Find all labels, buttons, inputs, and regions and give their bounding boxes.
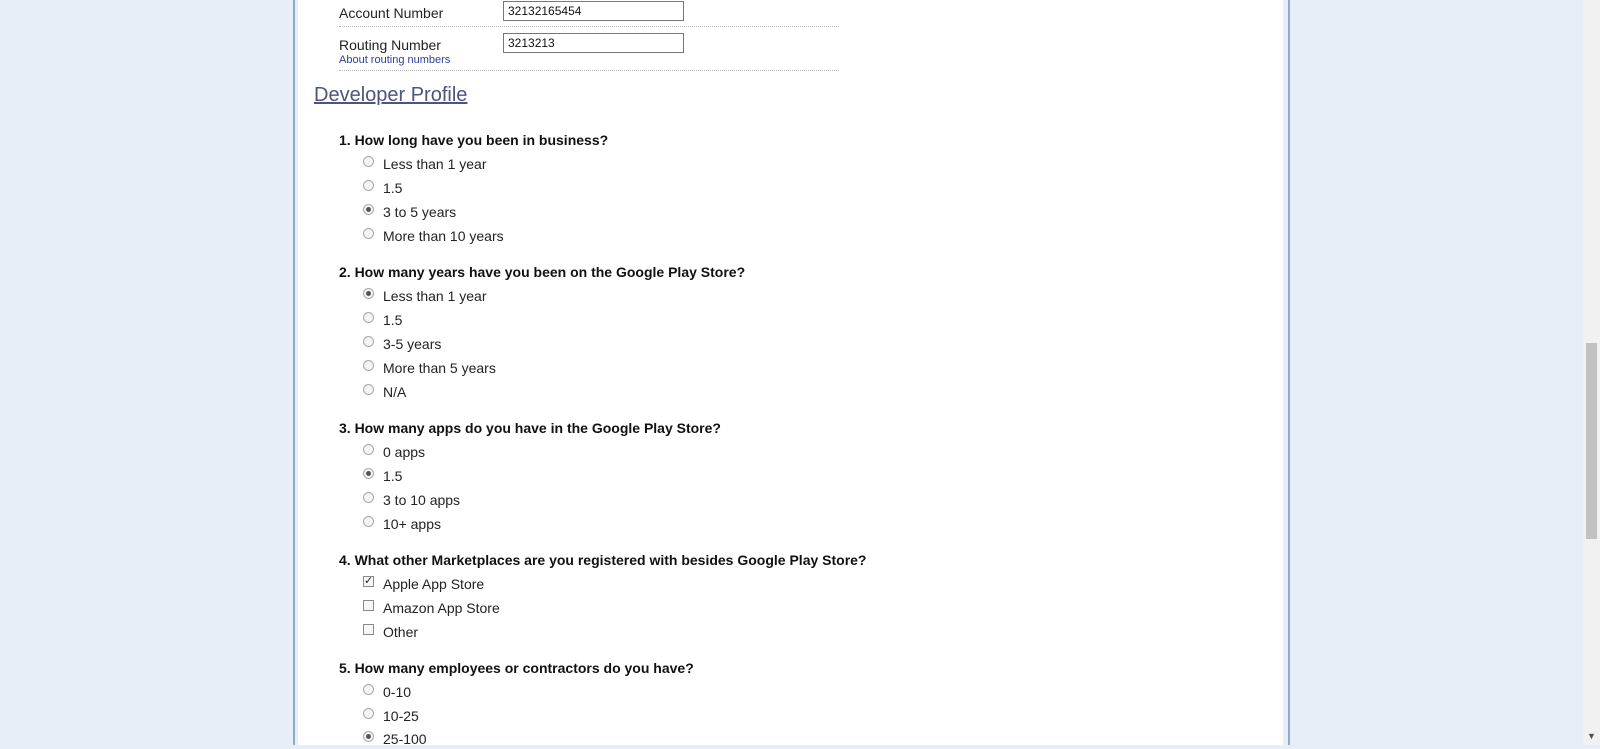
option-label: Amazon App Store: [383, 600, 500, 616]
radio-button[interactable]: [363, 203, 374, 215]
radio-button[interactable]: [363, 311, 374, 323]
option-label: N/A: [383, 384, 407, 400]
question-app-count: 3. How many apps do you have in the Goog…: [339, 420, 721, 436]
about-routing-numbers-link[interactable]: About routing numbers: [339, 54, 450, 66]
option-label: 3-5 years: [383, 336, 442, 352]
section-title: Developer Profile: [314, 84, 468, 106]
radio-button[interactable]: [363, 359, 374, 371]
option-item[interactable]: Other: [363, 622, 418, 642]
routing-number-input[interactable]: [503, 33, 684, 53]
question-play-store-years: 2. How many years have you been on the G…: [339, 264, 746, 280]
radio-button[interactable]: [363, 467, 374, 479]
option-label: 1.5: [383, 312, 403, 328]
account-number-label: Account Number: [339, 5, 444, 21]
scrollbar-thumb[interactable]: [1586, 343, 1597, 539]
checkbox[interactable]: [363, 599, 374, 611]
radio-button[interactable]: [363, 443, 374, 455]
question-business-duration: 1. How long have you been in business?: [339, 132, 609, 148]
radio-button[interactable]: [363, 683, 374, 695]
routing-number-row: Routing Number About routing numbers: [339, 27, 839, 71]
option-item[interactable]: 0 apps: [363, 442, 425, 462]
radio-button[interactable]: [363, 707, 374, 719]
option-label: 1.5: [383, 468, 403, 484]
option-item[interactable]: 3 to 5 years: [363, 202, 456, 222]
option-item[interactable]: 25-100: [363, 729, 427, 749]
option-label: Less than 1 year: [383, 156, 487, 172]
checkbox[interactable]: ✓: [363, 575, 374, 587]
option-label: More than 5 years: [383, 360, 496, 376]
option-item[interactable]: Less than 1 year: [363, 154, 487, 174]
option-item[interactable]: 1.5: [363, 466, 402, 486]
option-label: Apple App Store: [383, 576, 485, 592]
option-item[interactable]: ✓ Apple App Store: [363, 574, 484, 594]
option-item[interactable]: 10+ apps: [363, 514, 441, 534]
radio-button[interactable]: [363, 179, 374, 191]
option-item[interactable]: 0-10: [363, 682, 411, 702]
option-label: 10+ apps: [383, 516, 441, 532]
option-label: More than 10 years: [383, 228, 504, 244]
scroll-down-arrow-icon[interactable]: ▼: [1583, 728, 1600, 745]
option-item[interactable]: 1.5: [363, 310, 402, 330]
option-label: 10-25: [383, 708, 419, 724]
option-label: 3 to 10 apps: [383, 492, 461, 508]
radio-button[interactable]: [363, 730, 374, 742]
option-label: 3 to 5 years: [383, 204, 457, 220]
option-label: Other: [383, 624, 419, 640]
panel-border-left: [293, 0, 295, 745]
option-label: Less than 1 year: [383, 288, 487, 304]
account-number-row: Account Number: [339, 0, 839, 27]
option-item[interactable]: More than 5 years: [363, 358, 496, 378]
question-other-marketplaces: 4. What other Marketplaces are you regis…: [339, 552, 867, 568]
radio-button[interactable]: [363, 383, 374, 395]
panel-border-right: [1288, 0, 1290, 745]
option-item[interactable]: 3 to 10 apps: [363, 490, 460, 510]
radio-button[interactable]: [363, 515, 374, 527]
option-label: 0 apps: [383, 444, 426, 460]
radio-button[interactable]: [363, 491, 374, 503]
routing-number-label: Routing Number: [339, 37, 441, 53]
option-item[interactable]: N/A: [363, 382, 406, 402]
option-item[interactable]: 1.5: [363, 178, 402, 198]
radio-button[interactable]: [363, 335, 374, 347]
option-label: 0-10: [383, 684, 412, 700]
radio-button[interactable]: [363, 227, 374, 239]
option-item[interactable]: More than 10 years: [363, 226, 504, 246]
account-number-input[interactable]: [503, 1, 684, 21]
option-label: 1.5: [383, 180, 403, 196]
option-item[interactable]: 10-25: [363, 706, 419, 726]
option-item[interactable]: Amazon App Store: [363, 598, 500, 618]
question-employee-count: 5. How many employees or contractors do …: [339, 660, 694, 676]
radio-button[interactable]: [363, 287, 374, 299]
option-item[interactable]: 3-5 years: [363, 334, 441, 354]
option-item[interactable]: Less than 1 year: [363, 286, 487, 306]
radio-button[interactable]: [363, 155, 374, 167]
checkbox[interactable]: [363, 623, 374, 635]
